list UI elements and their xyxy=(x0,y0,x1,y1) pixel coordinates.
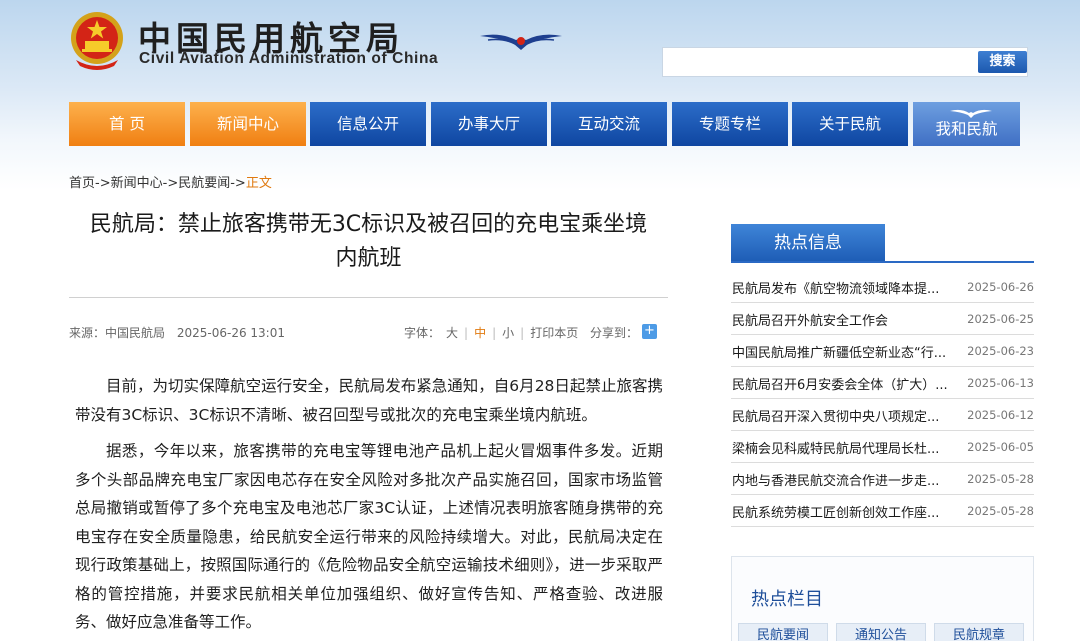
site-logo-english[interactable]: Civil Aviation Administration of China xyxy=(139,50,438,68)
separator: | xyxy=(464,326,469,340)
hot-item-date: 2025-06-12 xyxy=(967,408,1034,422)
nav-item-news-center[interactable]: 新闻中心 xyxy=(190,102,306,146)
breadcrumb-arrow: -> xyxy=(95,176,111,191)
hot-item-title[interactable]: 民航局发布《航空物流领域降本提... xyxy=(732,278,956,297)
site-header: 中国民用航空局 Civil Aviation Administration of… xyxy=(0,0,1080,100)
nav-item-special-topics[interactable]: 专题专栏 xyxy=(672,102,788,146)
column-tab-notices[interactable]: 通知公告 xyxy=(836,623,926,641)
hot-item-date: 2025-06-26 xyxy=(967,280,1034,294)
article-title: 民航局：禁止旅客携带无3C标识及被召回的充电宝乘坐境 内航班 xyxy=(69,208,668,276)
font-size-label: 字体： xyxy=(404,326,441,340)
national-emblem-icon xyxy=(71,12,123,70)
hot-item-title[interactable]: 民航局召开外航安全工作会 xyxy=(732,310,956,329)
nav-item-service-hall[interactable]: 办事大厅 xyxy=(431,102,547,146)
search-box xyxy=(662,47,1028,77)
article-meta: 来源：中国民航局 2025-06-26 13:01 xyxy=(69,324,293,341)
nav-item-interaction[interactable]: 互动交流 xyxy=(551,102,667,146)
column-tab-major-news[interactable]: 民航要闻 xyxy=(738,623,828,641)
hot-columns-title: 热点栏目 xyxy=(751,589,823,610)
article-datetime: 2025-06-26 13:01 xyxy=(176,326,285,340)
hot-item-title[interactable]: 内地与香港民航交流合作进一步走... xyxy=(732,470,956,489)
breadcrumb-major-news[interactable]: 民航要闻 xyxy=(178,176,230,191)
article-paragraph: 据悉，今年以来，旅客携带的充电宝等锂电池产品机上起火冒烟事件多发。近期多个头部品… xyxy=(75,442,663,631)
article-source: 来源：中国民航局 xyxy=(69,326,166,340)
list-item[interactable]: 梁楠会见科威特民航局代理局长杜... 2025-06-05 xyxy=(731,431,1034,463)
breadcrumb: 首页->新闻中心->民航要闻->正文 xyxy=(69,172,272,191)
article-paragraph: 目前，为切实保障航空运行安全，民航局发布紧急通知，自6月28日起禁止旅客携带没有… xyxy=(75,377,663,424)
separator: | xyxy=(492,326,497,340)
font-size-large-button[interactable]: 大 xyxy=(446,326,458,340)
separator: | xyxy=(520,326,525,340)
hot-item-date: 2025-06-25 xyxy=(967,312,1034,326)
nav-item-me-and-caac[interactable]: 我和民航 xyxy=(913,102,1020,146)
article-title-line: 内航班 xyxy=(335,246,402,271)
article-title-line: 民航局：禁止旅客携带无3C标识及被召回的充电宝乘坐境 xyxy=(89,212,648,237)
hot-item-title[interactable]: 民航局召开6月安委会全体（扩大）... xyxy=(732,374,956,393)
hot-item-date: 2025-06-13 xyxy=(967,376,1034,390)
list-item[interactable]: 内地与香港民航交流合作进一步走... 2025-05-28 xyxy=(731,463,1034,495)
breadcrumb-home[interactable]: 首页 xyxy=(69,176,95,191)
font-size-controls: 字体： 大 | 中 | 小 | 打印本页 xyxy=(404,324,584,341)
caac-wings-logo-icon xyxy=(480,34,562,50)
breadcrumb-arrow: -> xyxy=(162,176,179,191)
search-input[interactable] xyxy=(669,52,969,72)
hot-columns-panel: 热点栏目 民航要闻 通知公告 民航规章 xyxy=(731,556,1034,641)
divider xyxy=(69,297,668,298)
nav-item-home[interactable]: 首 页 xyxy=(69,102,185,146)
list-item[interactable]: 民航局召开6月安委会全体（扩大）... 2025-06-13 xyxy=(731,367,1034,399)
share-label: 分享到： xyxy=(590,326,639,340)
breadcrumb-arrow: -> xyxy=(230,176,246,191)
hot-item-date: 2025-06-05 xyxy=(967,440,1034,454)
wings-icon xyxy=(950,109,992,118)
list-item[interactable]: 民航局发布《航空物流领域降本提... 2025-06-26 xyxy=(731,271,1034,303)
nav-item-info-disclosure[interactable]: 信息公开 xyxy=(310,102,426,146)
column-tab-regulations[interactable]: 民航规章 xyxy=(934,623,1024,641)
font-size-medium-button[interactable]: 中 xyxy=(474,326,486,340)
breadcrumb-news-center[interactable]: 新闻中心 xyxy=(111,176,163,191)
breadcrumb-current: 正文 xyxy=(245,176,272,191)
list-item[interactable]: 民航局召开深入贯彻中央八项规定... 2025-06-12 xyxy=(731,399,1034,431)
hot-item-title[interactable]: 民航系统劳模工匠创新创效工作座... xyxy=(732,502,956,521)
hot-info-list: 民航局发布《航空物流领域降本提... 2025-06-26 民航局召开外航安全工作… xyxy=(731,271,1034,527)
nav-item-about[interactable]: 关于民航 xyxy=(792,102,908,146)
share-plus-icon[interactable]: + xyxy=(642,324,657,339)
hot-info-underline xyxy=(731,261,1034,263)
hot-item-title[interactable]: 民航局召开深入贯彻中央八项规定... xyxy=(732,406,956,425)
font-size-small-button[interactable]: 小 xyxy=(502,326,514,340)
hot-item-title[interactable]: 梁楠会见科威特民航局代理局长杜... xyxy=(732,438,956,457)
hot-item-date: 2025-05-28 xyxy=(967,472,1034,486)
nav-item-label: 我和民航 xyxy=(935,120,998,138)
hot-item-date: 2025-05-28 xyxy=(967,504,1034,518)
print-button[interactable]: 打印本页 xyxy=(530,326,578,340)
hot-item-date: 2025-06-23 xyxy=(967,344,1034,358)
hot-info-tab[interactable]: 热点信息 xyxy=(731,224,885,262)
list-item[interactable]: 民航局召开外航安全工作会 2025-06-25 xyxy=(731,303,1034,335)
list-item[interactable]: 民航系统劳模工匠创新创效工作座... 2025-05-28 xyxy=(731,495,1034,527)
hot-item-title[interactable]: 中国民航局推广新疆低空新业态“行... xyxy=(732,342,956,361)
list-item[interactable]: 中国民航局推广新疆低空新业态“行... 2025-06-23 xyxy=(731,335,1034,367)
search-button[interactable]: 搜索 xyxy=(978,51,1027,73)
article-body: 目前，为切实保障航空运行安全，民航局发布紧急通知，自6月28日起禁止旅客携带没有… xyxy=(75,372,663,641)
